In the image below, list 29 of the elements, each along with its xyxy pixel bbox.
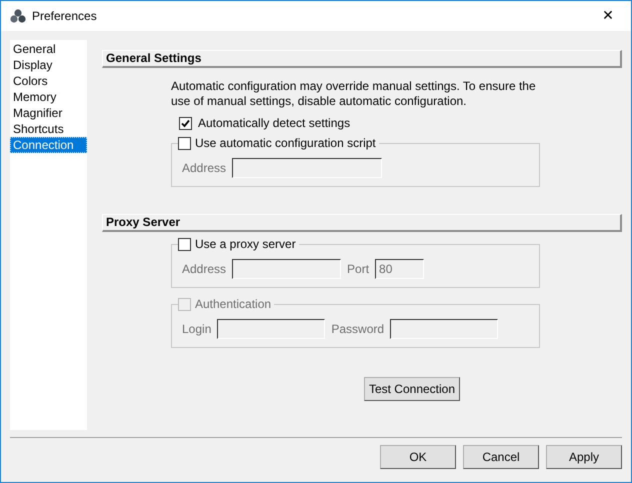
description-text: Automatic configuration may override manual settings. To ensure the use of manual settings, disable automatic configuration. (171, 79, 537, 109)
checkbox[interactable] (178, 238, 191, 250)
sidebar-item[interactable]: Connection (10, 137, 87, 153)
dialog-button[interactable]: OK (380, 445, 456, 469)
section-header: General Settings (102, 50, 622, 68)
field-label: Login (182, 322, 212, 336)
test-connection-button[interactable]: Test Connection (364, 377, 460, 401)
dialog-button[interactable]: Cancel (463, 445, 539, 469)
field-label: Address (182, 262, 226, 276)
close-button[interactable]: ✕ (585, 1, 631, 31)
checkbox-label: Use a proxy server (195, 237, 296, 251)
section-header: Proxy Server (102, 214, 622, 232)
sidebar-item[interactable]: Shortcuts (10, 121, 87, 137)
field-label: Address (182, 161, 226, 175)
checkbox[interactable] (178, 136, 191, 150)
dialog-button[interactable]: Apply (546, 445, 622, 469)
checkbox-label: Automatically detect settings (198, 116, 350, 130)
window-title: Preferences (32, 9, 98, 23)
field-label: Port (347, 262, 370, 276)
sidebar-item[interactable]: Magnifier (10, 105, 87, 121)
sidebar-item[interactable]: General (10, 41, 87, 57)
sidebar-item[interactable]: Display (10, 57, 87, 73)
app-logo-icon (10, 9, 26, 23)
checkbox[interactable] (179, 116, 192, 130)
sidebar-item[interactable]: Colors (10, 73, 87, 89)
field-label: Password (331, 322, 384, 336)
checkbox-label: Use automatic configuration script (195, 136, 376, 150)
sidebar-item[interactable]: Memory (10, 89, 87, 105)
checkbox-label: Authentication (195, 297, 272, 311)
